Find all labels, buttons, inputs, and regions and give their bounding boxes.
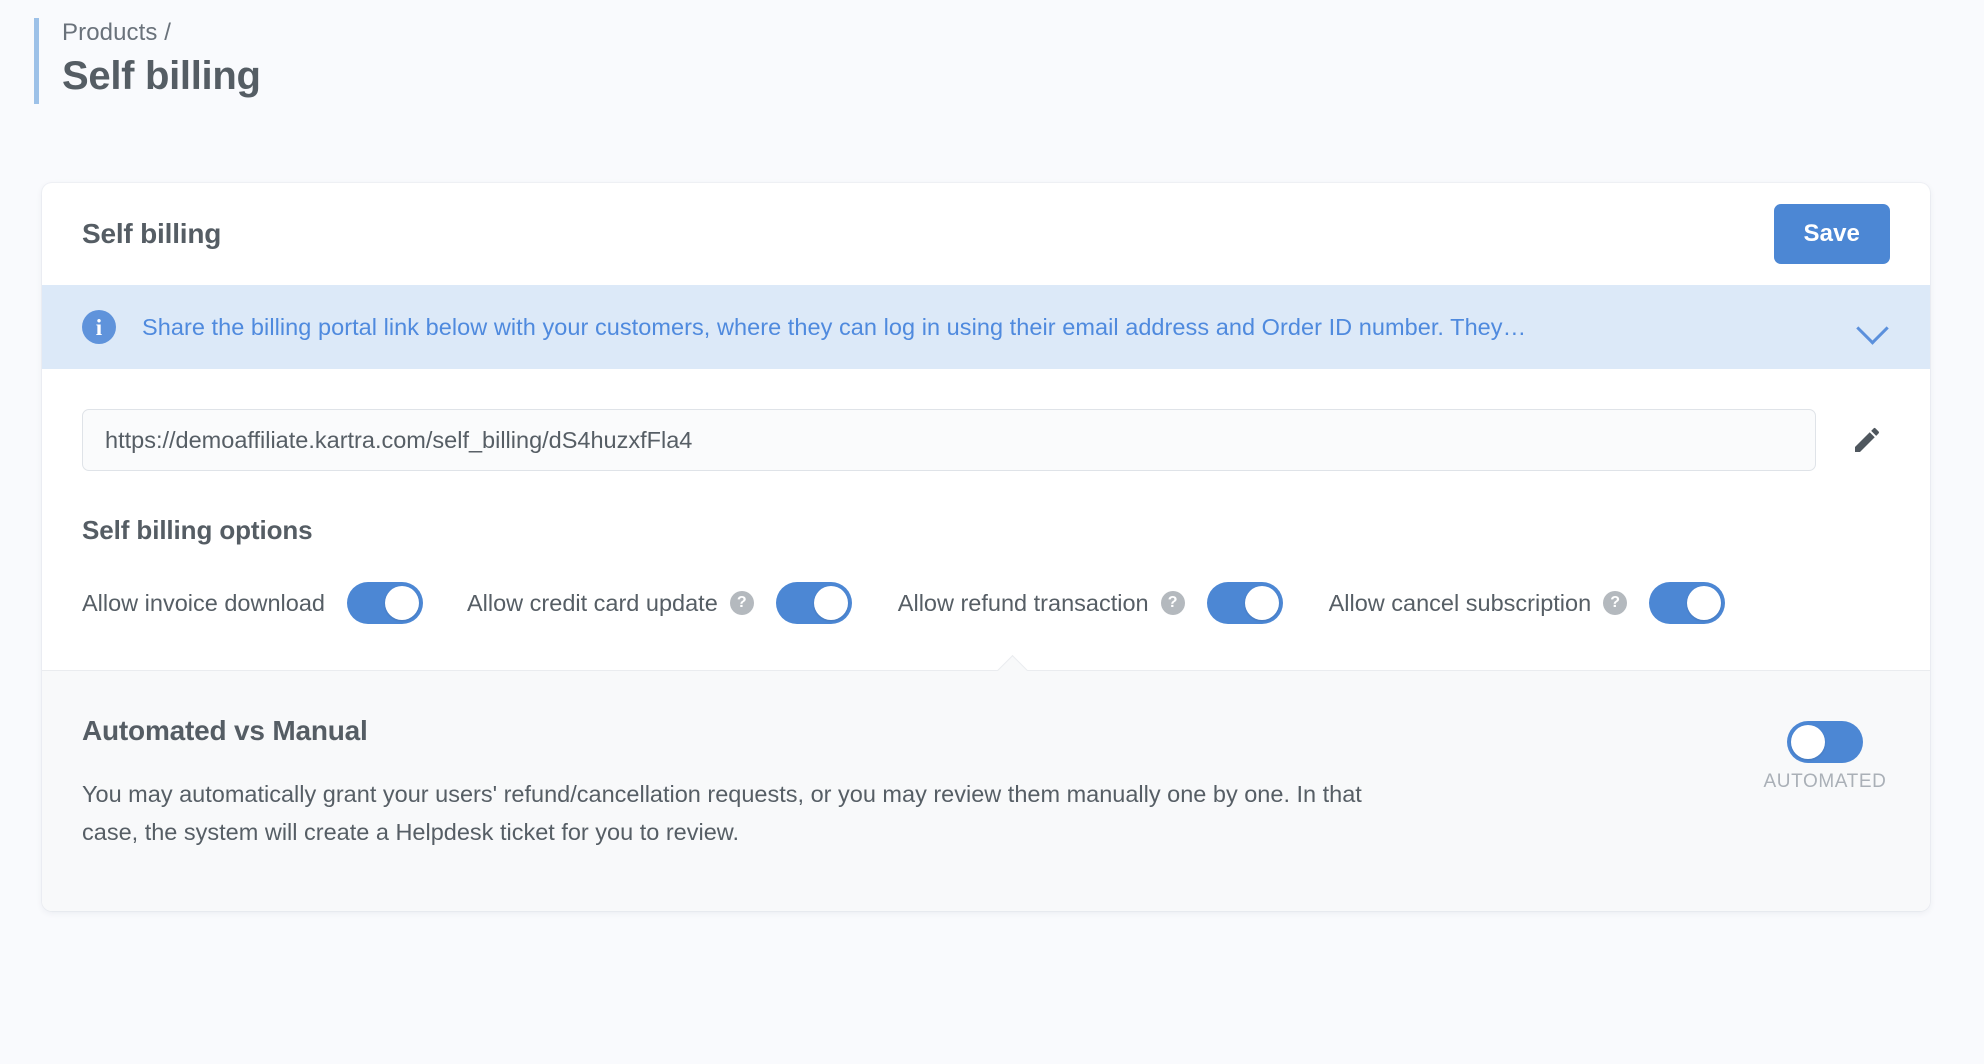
automated-vs-manual-panel: Automated vs Manual You may automaticall… bbox=[42, 670, 1930, 911]
toggle-allow-credit-card-update[interactable] bbox=[775, 582, 852, 624]
option-label: Allow refund transaction bbox=[897, 589, 1149, 616]
option-allow-cancel-subscription: Allow cancel subscription ? bbox=[1329, 582, 1726, 624]
help-icon[interactable]: ? bbox=[729, 591, 754, 615]
pencil-icon bbox=[1851, 424, 1883, 456]
toggle-automated-mode[interactable] bbox=[1787, 721, 1863, 763]
save-button[interactable]: Save bbox=[1773, 204, 1890, 264]
automated-control: AUTOMATED bbox=[1760, 715, 1890, 793]
automated-description: You may automatically grant your users' … bbox=[82, 781, 1362, 845]
self-billing-page: Products / Self billing Self billing Sav… bbox=[0, 0, 1984, 1064]
breadcrumb[interactable]: Products / bbox=[62, 18, 261, 48]
toggle-knob bbox=[1791, 725, 1825, 759]
info-banner[interactable]: i Share the billing portal link below wi… bbox=[42, 285, 1930, 369]
card-title: Self billing bbox=[82, 218, 222, 249]
panel-notch bbox=[996, 655, 1028, 671]
toggle-knob bbox=[1687, 586, 1722, 620]
page-header: Products / Self billing bbox=[34, 18, 261, 104]
toggle-knob bbox=[384, 586, 419, 620]
options-title: Self billing options bbox=[82, 515, 313, 545]
automated-title: Automated vs Manual bbox=[82, 715, 368, 746]
self-billing-card: Self billing Save i Share the billing po… bbox=[42, 183, 1930, 911]
self-billing-options-section: Self billing options Allow invoice downl… bbox=[42, 471, 1930, 670]
card-header: Self billing Save bbox=[42, 183, 1930, 285]
toggle-knob bbox=[1244, 586, 1279, 620]
option-label: Allow credit card update bbox=[466, 589, 718, 616]
info-circle-icon: i bbox=[82, 310, 116, 344]
toggle-allow-cancel-subscription[interactable] bbox=[1649, 582, 1726, 624]
billing-link-input[interactable] bbox=[82, 409, 1816, 471]
automated-text-block: Automated vs Manual You may automaticall… bbox=[82, 715, 1760, 851]
toggle-knob bbox=[813, 586, 848, 620]
option-allow-invoice-download: Allow invoice download bbox=[82, 582, 423, 624]
option-label: Allow cancel subscription bbox=[1328, 589, 1592, 616]
option-allow-credit-card-update: Allow credit card update ? bbox=[467, 582, 852, 624]
toggle-allow-refund-transaction[interactable] bbox=[1206, 582, 1283, 624]
help-icon[interactable]: ? bbox=[1603, 591, 1628, 615]
info-banner-text: Share the billing portal link below with… bbox=[142, 313, 1527, 340]
page-title: Self billing bbox=[62, 54, 261, 98]
toggle-allow-invoice-download[interactable] bbox=[346, 582, 423, 624]
edit-link-button[interactable] bbox=[1844, 417, 1890, 463]
chevron-down-icon[interactable] bbox=[1856, 310, 1890, 344]
option-allow-refund-transaction: Allow refund transaction ? bbox=[898, 582, 1283, 624]
options-row: Allow invoice download Allow credit card… bbox=[82, 582, 1890, 624]
billing-link-row bbox=[42, 369, 1930, 471]
help-icon[interactable]: ? bbox=[1160, 591, 1185, 615]
automated-mode-label: AUTOMATED bbox=[1763, 771, 1887, 792]
option-label: Allow invoice download bbox=[82, 589, 325, 616]
